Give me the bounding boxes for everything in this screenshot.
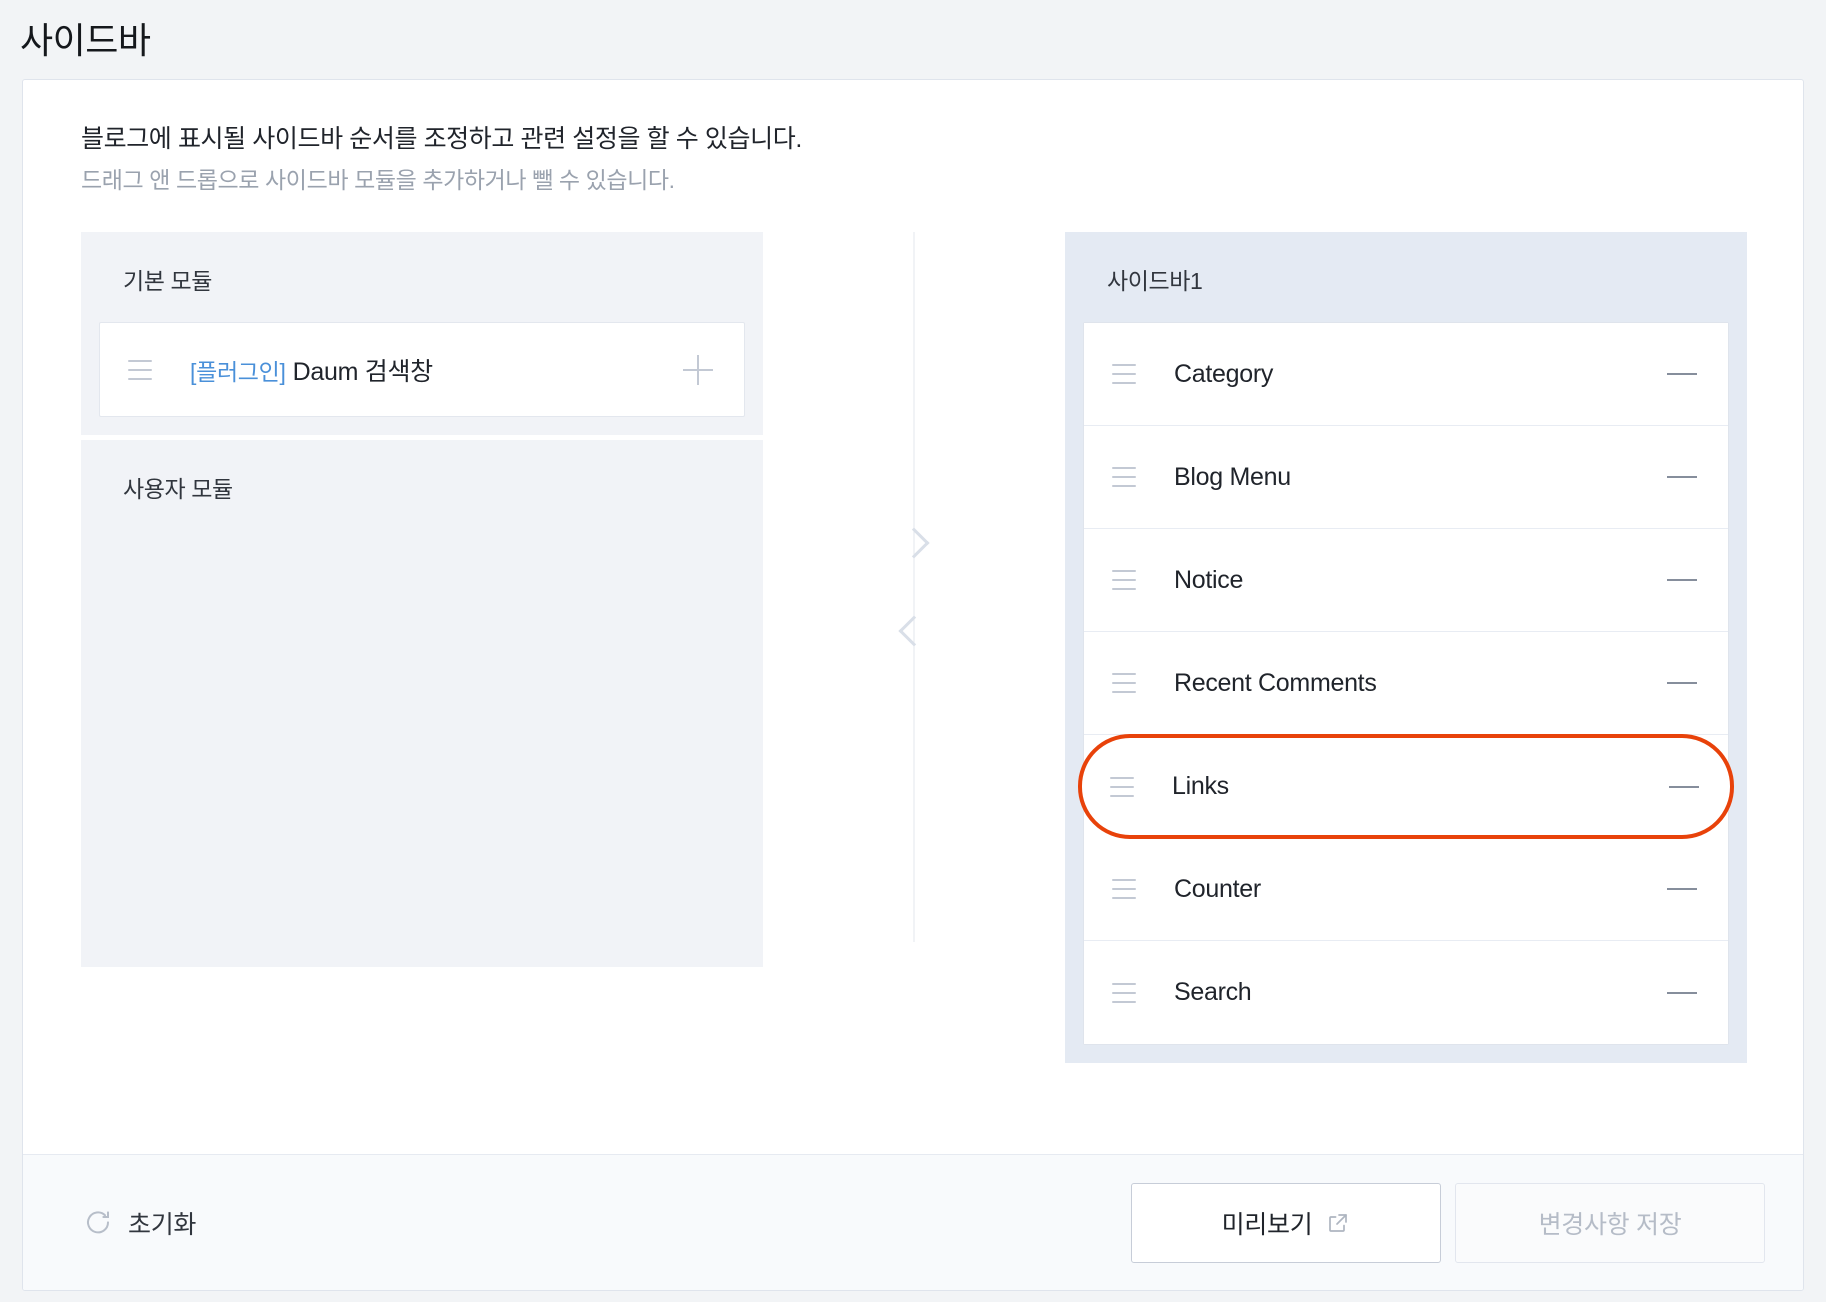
drag-handle-icon[interactable] bbox=[1112, 364, 1136, 384]
minus-icon[interactable] bbox=[1662, 973, 1702, 1013]
sidebar-item-links[interactable]: Links bbox=[1078, 734, 1734, 839]
drag-handle-icon[interactable] bbox=[1112, 673, 1136, 693]
sidebar-modules-panel: 사이드바1 Category Blog Menu Notice Recent C… bbox=[1065, 232, 1747, 1063]
settings-card: 블로그에 표시될 사이드바 순서를 조정하고 관련 설정을 할 수 있습니다. … bbox=[22, 79, 1804, 1291]
minus-icon[interactable] bbox=[1662, 869, 1702, 909]
drag-handle-icon[interactable] bbox=[1112, 879, 1136, 899]
basic-modules-list: [플러그인] Daum 검색창 bbox=[99, 322, 745, 417]
drag-handle-icon[interactable] bbox=[1112, 570, 1136, 590]
plugin-tag-label: [플러그인] bbox=[190, 358, 286, 385]
transfer-arrows bbox=[884, 527, 944, 647]
page-title: 사이드바 bbox=[20, 20, 151, 61]
external-link-icon bbox=[1326, 1211, 1350, 1235]
sidebar-item-label: Category bbox=[1174, 359, 1274, 388]
basic-modules-group: 기본 모듈 [플러그인] Daum 검색창 bbox=[81, 232, 763, 435]
module-transfer-panels: 기본 모듈 [플러그인] Daum 검색창 사용자 모듈 사이드바1 Categ… bbox=[81, 232, 1747, 1063]
sidebar-item-search[interactable]: Search bbox=[1084, 941, 1728, 1044]
sidebar-item-notice[interactable]: Notice bbox=[1084, 529, 1728, 632]
sidebar-item-label: Notice bbox=[1174, 565, 1244, 594]
sidebar1-title: 사이드바1 bbox=[1107, 268, 1203, 294]
minus-icon[interactable] bbox=[1662, 457, 1702, 497]
refresh-icon bbox=[83, 1208, 113, 1238]
sidebar-item-label: Search bbox=[1174, 978, 1252, 1006]
sidebar-item-counter[interactable]: Counter bbox=[1084, 838, 1728, 941]
sidebar-item-blog-menu[interactable]: Blog Menu bbox=[1084, 426, 1728, 529]
chevron-left-icon[interactable] bbox=[898, 615, 930, 647]
sidebar-settings-page: 사이드바 블로그에 표시될 사이드바 순서를 조정하고 관련 설정을 할 수 있… bbox=[0, 0, 1826, 1302]
save-changes-button-label: 변경사항 저장 bbox=[1538, 1210, 1682, 1239]
list-item[interactable]: [플러그인] Daum 검색창 bbox=[100, 323, 744, 416]
sidebar-item-label: Links bbox=[1172, 772, 1229, 800]
minus-icon[interactable] bbox=[1662, 663, 1702, 703]
basic-modules-title: 기본 모듈 bbox=[123, 268, 213, 294]
intro-primary-text: 블로그에 표시될 사이드바 순서를 조정하고 관련 설정을 할 수 있습니다. bbox=[81, 125, 802, 153]
minus-icon[interactable] bbox=[1662, 560, 1702, 600]
sidebar-item-label: Recent Comments bbox=[1174, 668, 1377, 697]
preview-button-label: 미리보기 bbox=[1221, 1210, 1313, 1239]
intro-secondary-text: 드래그 앤 드롭으로 사이드바 모듈을 추가하거나 뺄 수 있습니다. bbox=[81, 167, 675, 193]
sidebar-modules-list: Category Blog Menu Notice Recent Comment… bbox=[1078, 322, 1734, 1045]
footer-action-buttons: 미리보기 변경사항 저장 bbox=[1131, 1182, 1765, 1263]
drag-handle-icon[interactable] bbox=[1112, 982, 1136, 1003]
user-modules-title: 사용자 모듈 bbox=[123, 476, 233, 502]
chevron-right-icon[interactable] bbox=[898, 527, 930, 559]
module-name-label: Daum 검색창 bbox=[292, 357, 434, 386]
reset-button-label: 초기화 bbox=[128, 1210, 197, 1239]
minus-icon[interactable] bbox=[1662, 354, 1702, 394]
drag-handle-icon[interactable] bbox=[128, 359, 152, 380]
user-modules-group: 사용자 모듈 bbox=[81, 440, 763, 967]
sidebar-item-recent-comments[interactable]: Recent Comments bbox=[1084, 632, 1728, 735]
minus-icon[interactable] bbox=[1664, 767, 1704, 807]
module-label: [플러그인] Daum 검색창 bbox=[190, 352, 433, 388]
drag-handle-icon[interactable] bbox=[1110, 776, 1134, 797]
save-changes-button[interactable]: 변경사항 저장 bbox=[1455, 1182, 1765, 1263]
reset-button[interactable]: 초기화 bbox=[81, 1199, 198, 1247]
plus-icon[interactable] bbox=[678, 350, 718, 390]
card-body: 블로그에 표시될 사이드바 순서를 조정하고 관련 설정을 할 수 있습니다. … bbox=[23, 80, 1803, 1156]
sidebar-item-category[interactable]: Category bbox=[1084, 323, 1728, 426]
available-modules-panel: 기본 모듈 [플러그인] Daum 검색창 사용자 모듈 bbox=[81, 232, 763, 967]
card-footer: 초기화 미리보기 변경사항 저장 bbox=[23, 1154, 1803, 1290]
intro-text-block: 블로그에 표시될 사이드바 순서를 조정하고 관련 설정을 할 수 있습니다. … bbox=[81, 122, 802, 196]
sidebar-item-label: Counter bbox=[1174, 874, 1261, 903]
sidebar1-group: 사이드바1 Category Blog Menu Notice Recent C… bbox=[1065, 232, 1747, 1063]
sidebar-item-label: Blog Menu bbox=[1174, 462, 1291, 491]
drag-handle-icon[interactable] bbox=[1112, 467, 1136, 487]
preview-button[interactable]: 미리보기 bbox=[1131, 1182, 1441, 1263]
